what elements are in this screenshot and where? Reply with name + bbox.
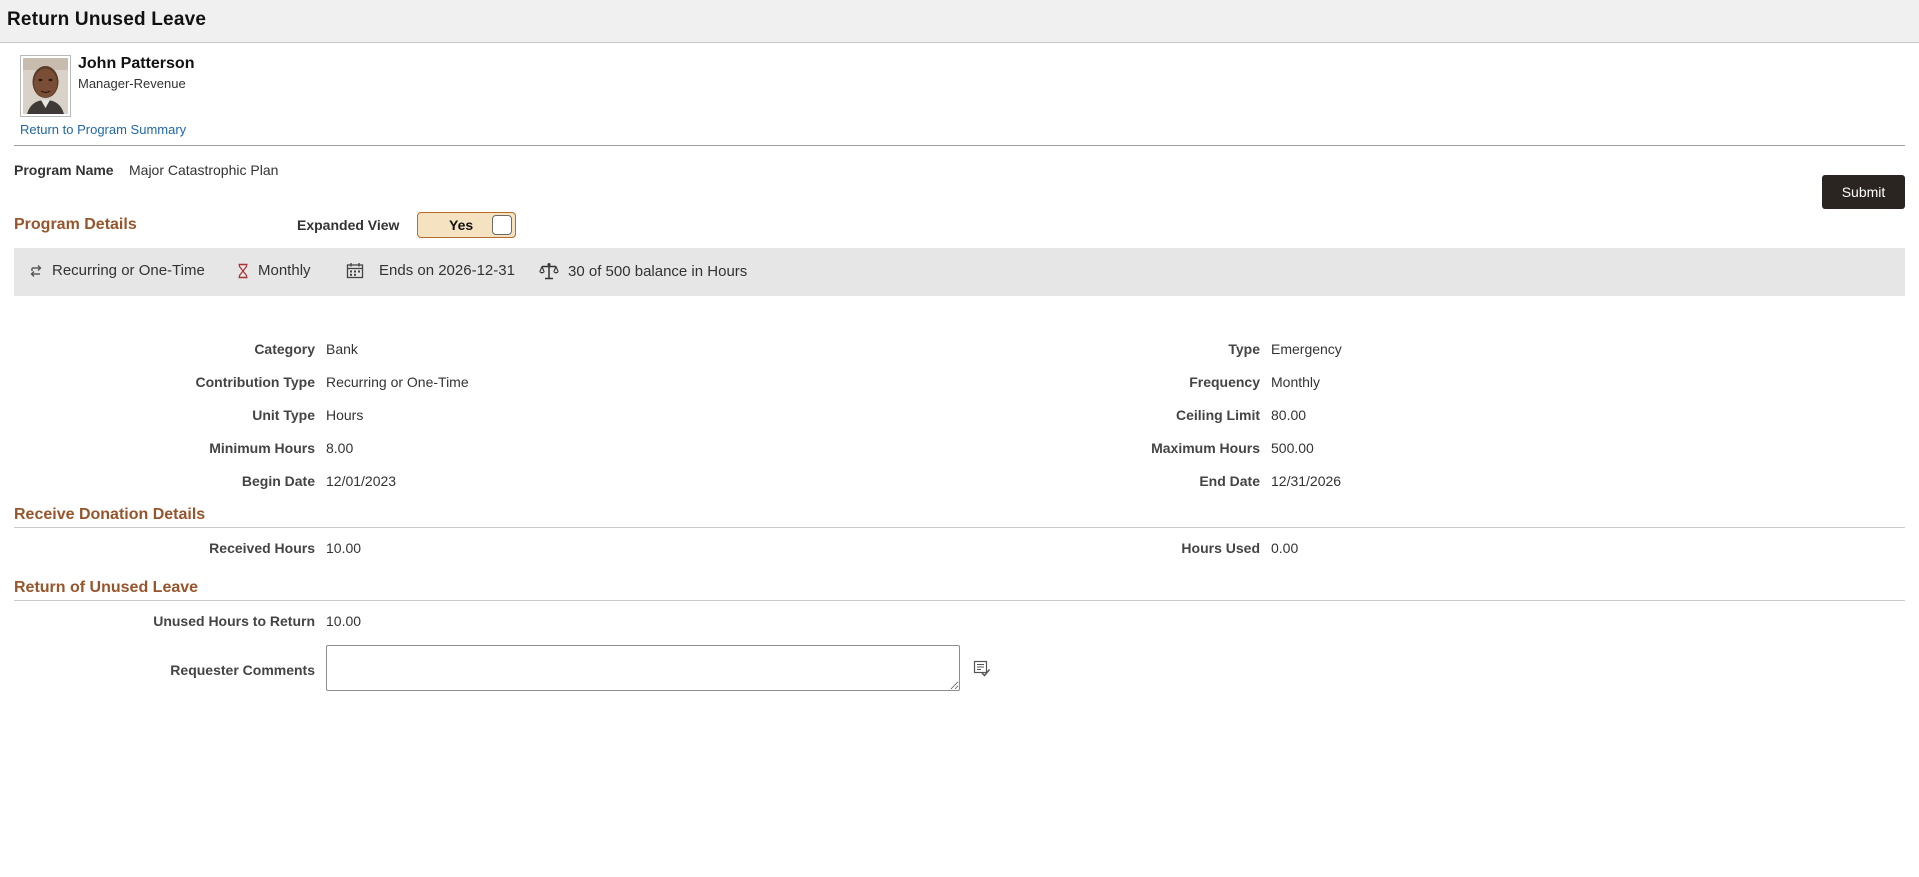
maximum-hours-label: Maximum Hours <box>1151 440 1260 456</box>
spell-check-icon[interactable] <box>973 660 991 678</box>
scales-icon <box>539 263 559 280</box>
summary-ends-on-text: Ends on 2026-12-31 <box>379 262 515 279</box>
header-divider <box>14 145 1905 146</box>
calendar-icon <box>346 263 364 279</box>
frequency-label: Frequency <box>1189 374 1260 390</box>
summary-contribution-text: Recurring or One-Time <box>52 262 205 279</box>
employee-job-title: Manager-Revenue <box>78 76 186 91</box>
return-unused-divider <box>14 600 1905 601</box>
toggle-knob <box>492 215 512 235</box>
summary-balance-text: 30 of 500 balance in Hours <box>568 262 748 280</box>
program-details-heading: Program Details <box>14 216 137 233</box>
frequency-value: Monthly <box>1271 374 1321 390</box>
category-label: Category <box>254 341 315 357</box>
hours-used-label: Hours Used <box>1181 540 1260 556</box>
unused-hours-value: 10.00 <box>326 613 362 629</box>
ceiling-limit-label: Ceiling Limit <box>1176 407 1260 423</box>
receive-donation-heading: Receive Donation Details <box>14 506 206 523</box>
return-to-program-summary-link[interactable]: Return to Program Summary <box>20 122 186 137</box>
avatar <box>20 55 71 117</box>
expanded-view-label: Expanded View <box>297 217 400 233</box>
contribution-type-value: Recurring or One-Time <box>326 374 469 390</box>
begin-date-value: 12/01/2023 <box>326 473 397 489</box>
minimum-hours-value: 8.00 <box>326 440 354 456</box>
end-date-label: End Date <box>1199 473 1260 489</box>
summary-contribution: Recurring or One-Time <box>29 262 205 279</box>
program-summary-bar: Recurring or One-Time Monthly Ends on 20… <box>14 248 1905 296</box>
employee-photo <box>23 58 68 114</box>
received-hours-value: 10.00 <box>326 540 362 556</box>
summary-frequency: Monthly <box>237 262 311 279</box>
unit-type-value: Hours <box>326 407 364 423</box>
ceiling-limit-value: 80.00 <box>1271 407 1307 423</box>
contribution-type-label: Contribution Type <box>195 374 316 390</box>
summary-balance: 30 of 500 balance in Hours <box>539 262 747 280</box>
summary-ends-on: Ends on 2026-12-31 <box>346 262 515 279</box>
program-name-label: Program Name <box>14 162 114 178</box>
hours-used-value: 0.00 <box>1271 540 1299 556</box>
requester-comments-field[interactable] <box>326 645 960 691</box>
expanded-view-toggle-label: Yes <box>449 217 474 233</box>
unused-hours-label: Unused Hours to Return <box>153 613 315 629</box>
minimum-hours-label: Minimum Hours <box>209 440 315 456</box>
requester-comments-label: Requester Comments <box>170 662 315 678</box>
program-name-value: Major Catastrophic Plan <box>129 162 279 178</box>
category-value: Bank <box>326 341 358 357</box>
type-value: Emergency <box>1271 341 1342 357</box>
recurring-arrows-icon <box>30 264 42 277</box>
end-date-value: 12/31/2026 <box>1271 473 1342 489</box>
employee-name: John Patterson <box>78 55 195 72</box>
summary-frequency-text: Monthly <box>258 262 311 279</box>
unit-type-label: Unit Type <box>252 407 315 423</box>
begin-date-label: Begin Date <box>241 473 315 489</box>
type-label: Type <box>1228 341 1260 357</box>
hourglass-icon <box>238 263 248 278</box>
return-unused-heading: Return of Unused Leave <box>14 579 199 596</box>
receive-donation-divider <box>14 527 1905 528</box>
submit-button[interactable]: Submit <box>1822 175 1905 209</box>
received-hours-label: Received Hours <box>209 540 315 556</box>
maximum-hours-value: 500.00 <box>1271 440 1314 456</box>
page-header: Return Unused Leave <box>0 0 1919 43</box>
expanded-view-toggle[interactable]: Yes <box>417 212 516 238</box>
page-title: Return Unused Leave <box>7 9 207 30</box>
